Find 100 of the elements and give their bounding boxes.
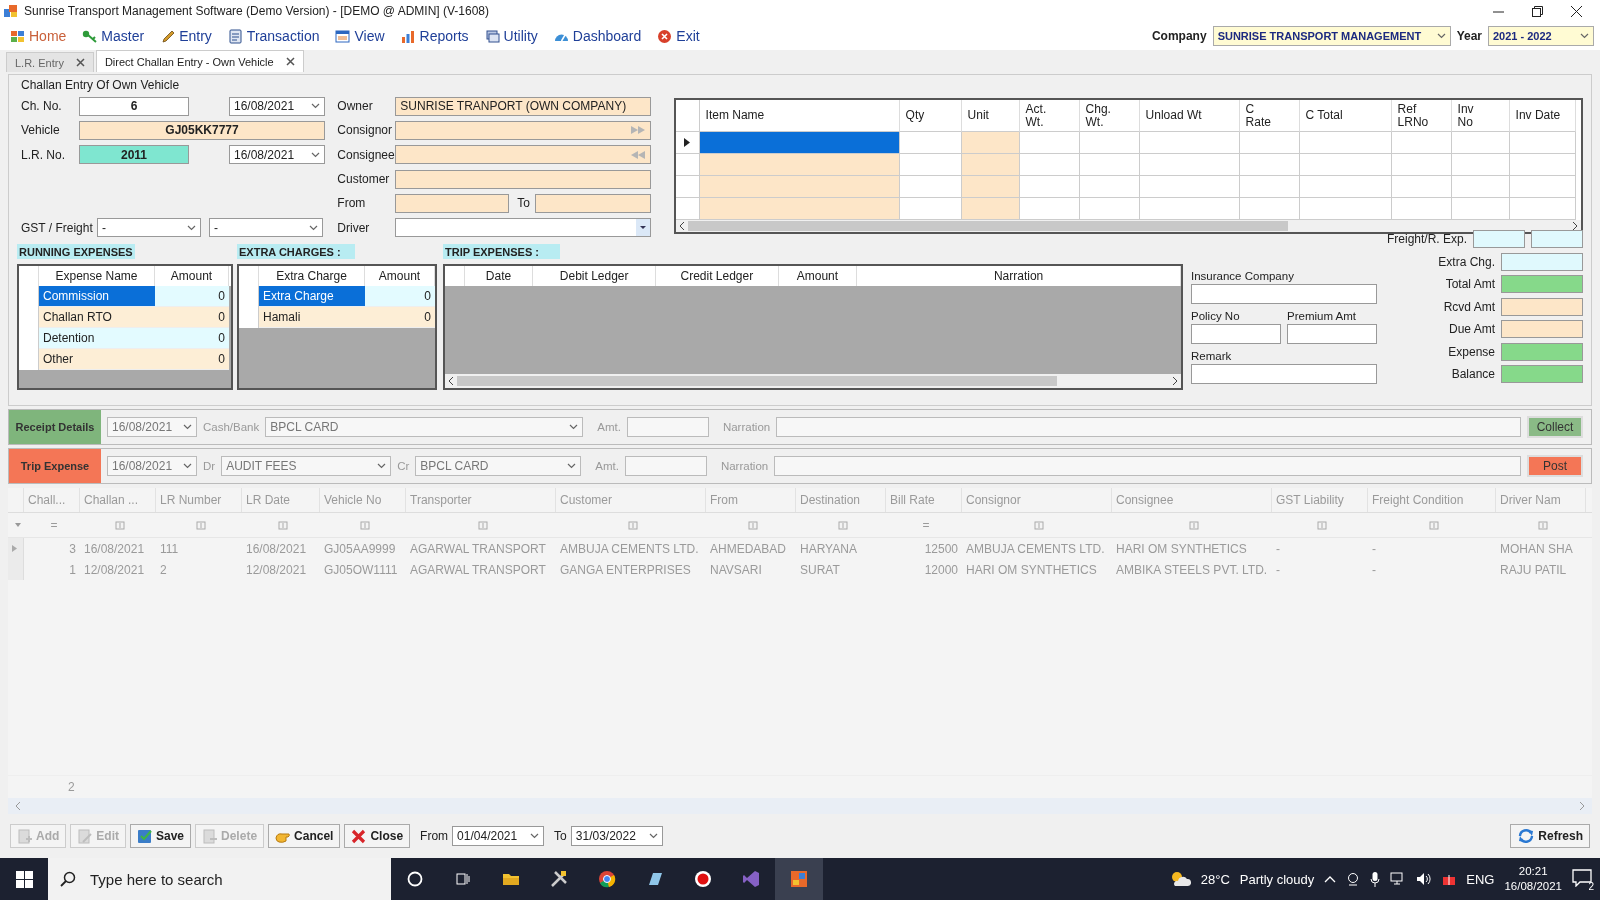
toolbar-button[interactable]: Close — [344, 824, 411, 848]
tab[interactable]: L.R. Entry — [6, 52, 94, 72]
refresh-button[interactable]: Refresh — [1510, 824, 1590, 848]
company-dropdown[interactable]: SUNRISE TRANSPORT MANAGEMENT — [1212, 26, 1451, 46]
from-date-field[interactable]: 01/04/2021 — [452, 826, 545, 846]
field-label: From — [337, 196, 367, 211]
table-cell-text: - — [1371, 541, 1377, 556]
gst-dropdown[interactable]: - — [97, 218, 201, 238]
table-cell-text: - — [1275, 541, 1281, 556]
notification-count: 2 — [1588, 880, 1594, 892]
date-field[interactable]: 16/08/2021 — [107, 456, 197, 476]
table-cell[interactable]: Commission — [39, 286, 155, 307]
table-cell[interactable]: Extra Charge — [259, 286, 365, 307]
language-indicator[interactable]: ENG — [1466, 871, 1495, 887]
menu-item[interactable]: Master — [82, 28, 145, 44]
column-header[interactable]: Amount — [778, 266, 858, 286]
menu-item[interactable]: Utility — [484, 28, 538, 44]
field-label: Rcvd Amt — [1443, 299, 1495, 314]
menu-item[interactable]: View — [335, 28, 385, 44]
table-cell-text: AGARWAL TRANSPORT — [409, 562, 547, 577]
date-field[interactable]: 16/08/2021 — [229, 145, 325, 165]
menu-item[interactable]: Entry — [160, 28, 212, 44]
table-cell-text: RAJU PATIL — [1499, 562, 1568, 577]
column-header[interactable]: Ref LRNo — [1391, 100, 1452, 132]
vehicle-field[interactable]: GJ05KK7777 — [79, 121, 325, 140]
section-title: TRIP EXPENSES : — [443, 244, 560, 259]
field-label: L.R. No. — [20, 147, 66, 162]
table-cell[interactable]: Challan RTO — [39, 307, 155, 328]
table-cell-text: AMBUJA CEMENTS LTD. — [965, 541, 1106, 556]
field-label: Owner — [337, 99, 374, 114]
field-label: GST / Freight — [20, 220, 94, 235]
table-cell-text: GANGA ENTERPRISES — [559, 562, 692, 577]
owner-field[interactable]: SUNRISE TRANPORT (OWN COMPANY) — [395, 96, 652, 116]
field-label: Freight/R. Exp. — [1387, 232, 1468, 247]
collect-button[interactable]: Collect — [1527, 416, 1583, 438]
table-cell: 0 — [155, 286, 229, 307]
cash-bank-dropdown[interactable]: BPCL CARD — [265, 417, 584, 437]
menu-item[interactable]: Exit — [657, 28, 700, 44]
table-cell-text: AHMEDABAD — [709, 541, 787, 556]
field-label: Ch. No. — [20, 99, 63, 114]
table-cell-text: HARI OM SYNTHETICS — [1115, 541, 1248, 556]
column-header[interactable]: Debit Ledger — [533, 266, 656, 286]
column-header[interactable]: Chg. Wt. — [1079, 100, 1140, 132]
field-label: Policy No — [1191, 309, 1241, 324]
year-dropdown[interactable]: 2021 - 2022 — [1488, 26, 1594, 46]
field-label: Expense — [1448, 344, 1495, 359]
date-field[interactable]: 16/08/2021 — [107, 417, 197, 437]
column-header[interactable]: C Rate — [1239, 100, 1300, 132]
table-cell: 0 — [155, 307, 229, 328]
field-label: Due Amt — [1448, 322, 1495, 337]
menu-item[interactable]: Dashboard — [553, 28, 642, 44]
menu-item[interactable]: Home — [10, 28, 67, 44]
table-cell[interactable]: Hamali — [259, 307, 365, 328]
table-cell-text: 2 — [159, 562, 168, 577]
receipt-details-button[interactable]: Receipt Details — [9, 410, 101, 444]
menu-item[interactable]: Transaction — [227, 28, 320, 44]
section-title: EXTRA CHARGES : — [237, 244, 355, 259]
field-label: Vehicle — [20, 123, 61, 138]
table-cell[interactable]: Detention — [39, 328, 155, 349]
table-cell-text: 111 — [159, 541, 180, 556]
table-cell-text: - — [1371, 562, 1377, 577]
table-cell[interactable]: Other — [39, 349, 155, 370]
column-header[interactable]: Inv No — [1451, 100, 1510, 132]
column-header[interactable]: Credit Ledger — [656, 266, 779, 286]
section-title: RUNNING EXPENSES — [17, 244, 135, 259]
challan-number-field[interactable]: 6 — [79, 96, 189, 116]
field-label: Customer — [337, 172, 391, 187]
field-label: Narration — [720, 460, 769, 472]
menu-item[interactable]: Reports — [400, 28, 469, 44]
column-header[interactable]: Qty — [899, 100, 962, 132]
field-label: Balance — [1451, 367, 1495, 382]
table-cell-text: AMBIKA STEELS PVT. LTD. — [1115, 562, 1269, 577]
field-label: Cash/Bank — [203, 421, 260, 433]
table-cell-text: 12/08/2021 — [83, 562, 146, 577]
trip-expense-button[interactable]: Trip Expense — [9, 449, 101, 483]
column-header[interactable]: Narration — [857, 266, 1181, 286]
field-label: Premium Amt — [1287, 309, 1356, 324]
column-header[interactable]: Inv Date — [1509, 100, 1576, 132]
credit-dropdown[interactable]: BPCL CARD — [415, 456, 582, 476]
toolbar-button[interactable]: Save — [130, 824, 192, 848]
column-header[interactable]: Date — [464, 266, 534, 286]
clock[interactable]: 20:21 16/08/2021 — [1504, 864, 1562, 894]
column-header[interactable]: Unload Wt — [1139, 100, 1240, 132]
to-date-field[interactable]: 31/03/2022 — [570, 826, 663, 846]
field-label: Narration — [722, 421, 771, 433]
toolbar-button[interactable]: Cancel — [268, 824, 341, 848]
freight-dropdown[interactable]: - — [209, 218, 323, 238]
field-label: Cr — [397, 460, 410, 472]
column-header[interactable]: Act. Wt. — [1019, 100, 1080, 132]
tab[interactable]: Direct Challan Entry - Own Vehicle — [95, 50, 304, 72]
post-button[interactable]: Post — [1527, 455, 1583, 477]
field-label: Consignee — [337, 147, 396, 162]
debit-dropdown[interactable]: AUDIT FEES — [221, 456, 392, 476]
search-field[interactable]: Type here to search — [48, 858, 391, 900]
date-field[interactable]: 16/08/2021 — [229, 96, 325, 116]
table-cell-text: 12500 — [923, 541, 959, 556]
row-count: 2 — [68, 780, 75, 794]
column-header[interactable]: C Total — [1299, 100, 1392, 132]
table-cell: 0 — [155, 349, 229, 370]
lr-number-field[interactable]: 2011 — [79, 145, 189, 165]
